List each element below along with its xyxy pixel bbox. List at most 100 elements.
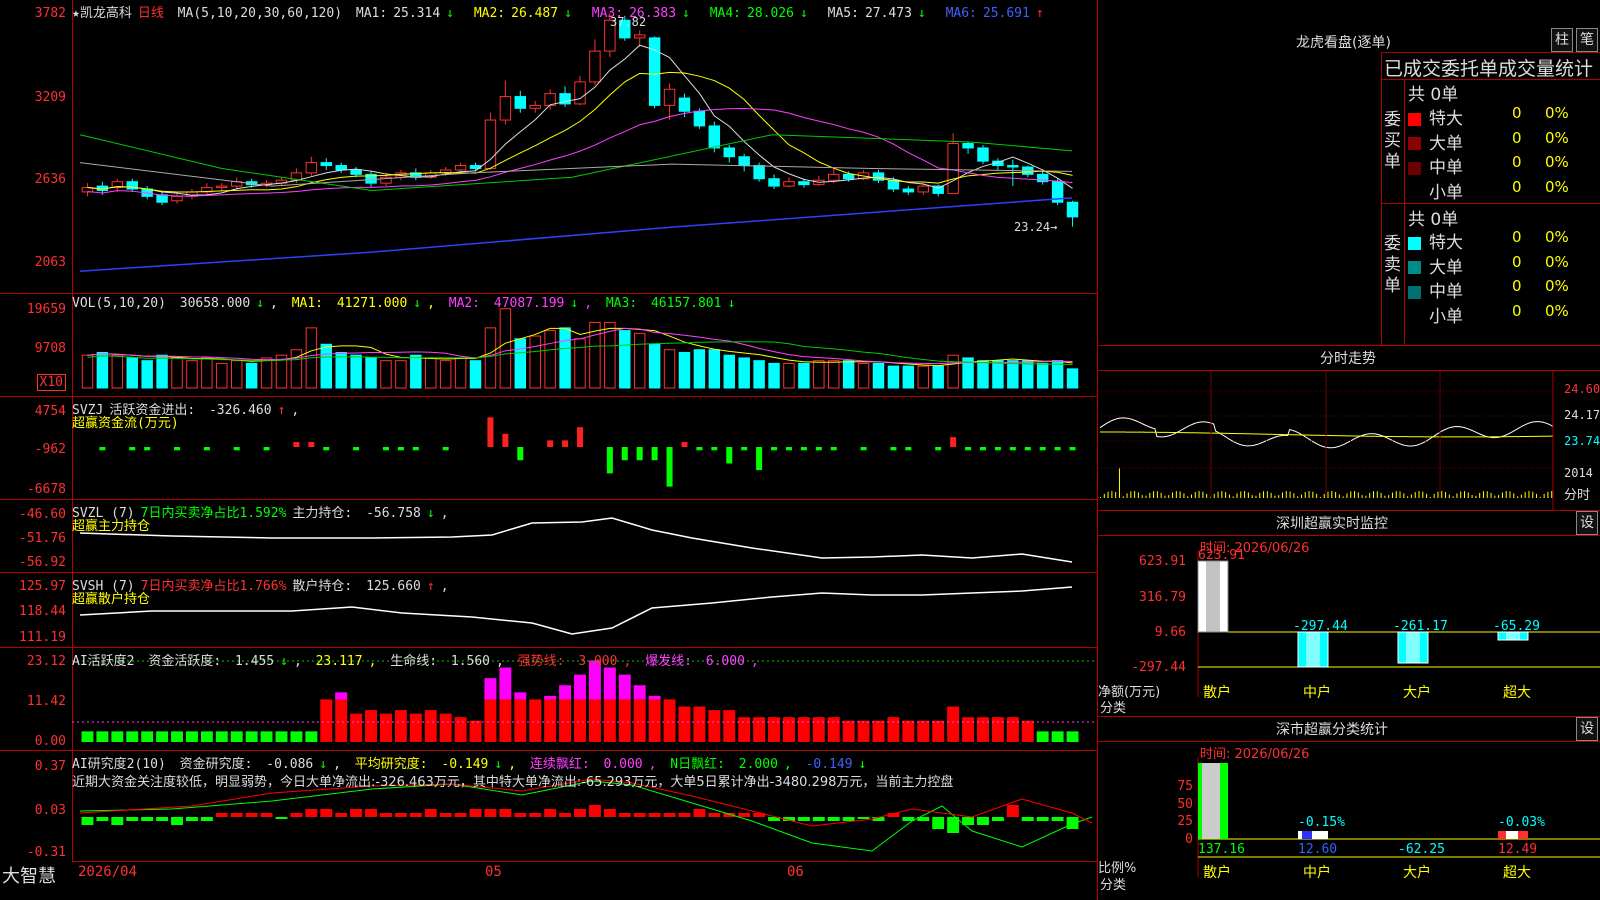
row-count: 0 xyxy=(1512,277,1522,295)
candle xyxy=(738,156,750,167)
intraday-vol xyxy=(1172,492,1174,498)
vol-bar xyxy=(425,357,437,389)
svzj-panel[interactable]: SVZJ 活跃资金进出: -326.460 ↑, 超赢资金流(万元) xyxy=(72,397,1097,500)
bar-mode-button[interactable]: 柱 xyxy=(1551,28,1573,52)
activity-bar xyxy=(81,731,94,742)
research-bar xyxy=(126,817,139,821)
research-bar xyxy=(290,813,303,817)
research-bar xyxy=(365,809,378,817)
flow-bar xyxy=(233,447,240,451)
flow-bar xyxy=(397,447,404,451)
category-label: 中户 xyxy=(1303,684,1331,701)
research-bar xyxy=(514,813,527,817)
ma-header: ★凯龙高科 日线 MA(5,10,20,30,60,120) MA1: 25.314… xyxy=(72,2,1056,21)
vol-bar xyxy=(872,362,885,389)
sz-class-tick: 0 xyxy=(1185,832,1193,847)
activity-bar xyxy=(484,699,497,742)
intraday-vol xyxy=(1346,493,1348,498)
activity-bar xyxy=(96,731,109,742)
vol-bar xyxy=(992,360,1004,389)
intraday-vol xyxy=(1236,493,1238,498)
ai2-panel[interactable]: AI研究度2(10) 资金研究度: -0.086 ↓, 平均研究度: -0.149… xyxy=(72,751,1097,862)
vol-bar xyxy=(126,357,138,389)
activity-bar xyxy=(469,720,482,742)
intraday-panel[interactable]: 分时走势 24.60 24.17 23.74 2014 分时 xyxy=(1098,346,1600,511)
vol-panel[interactable]: VOL(5,10,20) 30658.000 ↓, MA1: 41271.000 ↓… xyxy=(72,294,1097,397)
intraday-vol xyxy=(1338,494,1340,498)
activity-bar xyxy=(1051,731,1064,742)
vol-bar xyxy=(186,360,198,389)
buy-row: 中单 0 0% xyxy=(1408,153,1600,178)
intraday-vol xyxy=(1361,495,1363,498)
row-count: 0 xyxy=(1512,128,1522,147)
kline-chart[interactable] xyxy=(72,0,1097,293)
kline-panel[interactable]: ★凯龙高科 日线 MA(5,10,20,30,60,120) MA1: 25.314… xyxy=(72,0,1097,294)
activity-bar xyxy=(350,713,363,742)
flow-bar xyxy=(979,447,986,451)
vol-bar xyxy=(469,360,482,389)
activity-bar xyxy=(215,731,228,742)
research-bar xyxy=(394,813,407,817)
flow-bar xyxy=(547,440,554,447)
activity-bar xyxy=(439,713,452,742)
stock-name[interactable]: ★凯龙高科 xyxy=(72,6,132,21)
row-pct: 0% xyxy=(1545,153,1569,171)
sz-class-tick: 75 xyxy=(1177,779,1193,794)
vol-bar xyxy=(648,343,661,389)
ratio-value: 137.16 xyxy=(1198,842,1245,857)
ai2-desc: 近期大资金关注度较低，明显弱势，今日大单净流出:-326.463万元，其中特大单… xyxy=(72,775,954,790)
ai1-panel[interactable]: AI活跃度2 资金活跃度: 1.455 ↓, 23.117, 生命线: 1.560… xyxy=(72,648,1097,751)
candle xyxy=(335,165,347,171)
vol-bar xyxy=(917,365,930,389)
flow-bar xyxy=(487,417,494,447)
intraday-vol xyxy=(1312,491,1314,498)
activity-bar xyxy=(1066,731,1079,742)
candle xyxy=(350,169,362,175)
svzl-panel[interactable]: SVZL (7) 7日内买卖净占比1.592% 主力持仓: -56.758 ↓, 超赢… xyxy=(72,500,1097,573)
flow-bar xyxy=(890,447,897,451)
activity-bar xyxy=(260,731,273,742)
activity-bar xyxy=(693,706,706,742)
row-count: 0 xyxy=(1512,252,1522,271)
period-label[interactable]: 日线 xyxy=(138,6,164,21)
flow-bar xyxy=(174,447,181,451)
sz-class-tick: 25 xyxy=(1177,814,1193,829)
candle xyxy=(962,143,974,149)
svsh-line xyxy=(79,586,1073,635)
row-name: 大单 xyxy=(1429,133,1463,154)
intraday-vol xyxy=(1266,491,1268,498)
flow-bar xyxy=(935,447,942,451)
activity-bar-high xyxy=(499,667,512,700)
vol-bar xyxy=(380,360,392,389)
research-bar xyxy=(663,813,676,817)
row-pct: 0% xyxy=(1545,128,1569,147)
intraday-vol xyxy=(1289,491,1291,498)
activity-bar xyxy=(977,717,989,742)
ma6-line xyxy=(79,197,1073,272)
vol-bar xyxy=(693,349,706,389)
flow-bar xyxy=(785,447,792,451)
intraday-vol xyxy=(1486,491,1488,498)
intraday-vol xyxy=(1422,491,1424,498)
intraday-vol xyxy=(1100,497,1101,498)
intraday-vol xyxy=(1183,493,1185,498)
research-bar xyxy=(320,809,333,817)
intraday-tick: 24.17 xyxy=(1564,408,1600,422)
sz-monitor-xlab: 分类 xyxy=(1100,701,1127,716)
flow-bar xyxy=(323,447,330,451)
brand-label[interactable]: 大智慧 xyxy=(2,862,56,888)
activity-bar xyxy=(708,710,721,742)
svsh-panel[interactable]: SVSH (7) 7日内买卖净占比1.766% 散户持仓: 125.660 ↑, 超赢… xyxy=(72,573,1097,648)
activity-bar xyxy=(230,731,243,742)
activity-bar xyxy=(424,710,437,742)
research-bar xyxy=(693,809,706,817)
intraday-tick: 23.74 xyxy=(1564,434,1600,448)
research-bar xyxy=(230,813,243,817)
intraday-chart[interactable] xyxy=(1098,346,1600,510)
legend-swatch xyxy=(1408,285,1421,299)
tick-mode-button[interactable]: 笔 xyxy=(1576,28,1598,52)
intraday-vol xyxy=(1213,493,1215,498)
vol-bar xyxy=(410,354,422,389)
vol-bar xyxy=(783,362,795,389)
flow-bar xyxy=(517,447,524,461)
